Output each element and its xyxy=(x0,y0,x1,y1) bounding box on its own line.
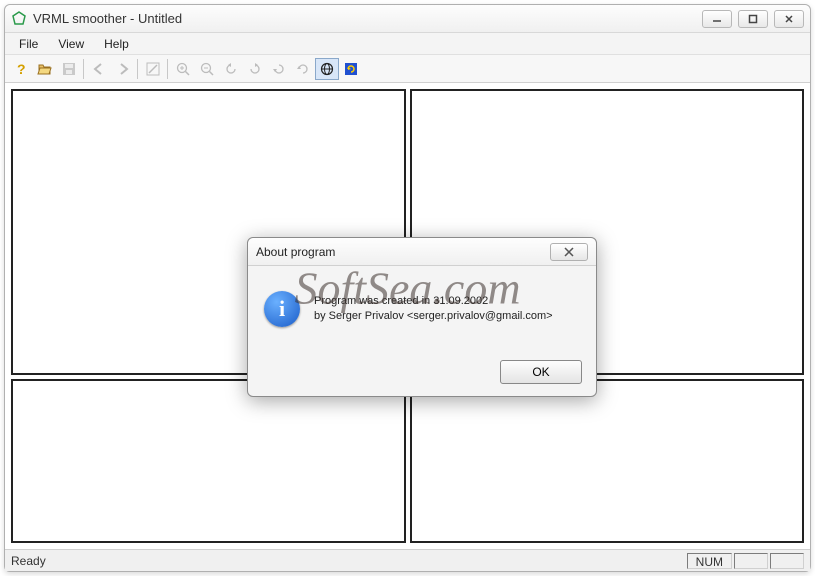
about-dialog: About program i Program was created in 3… xyxy=(247,237,597,397)
forward-icon[interactable] xyxy=(111,58,135,80)
dialog-line2: by Serger Privalov <serger.privalov@gmai… xyxy=(314,309,553,324)
save-icon[interactable] xyxy=(57,58,81,80)
status-cell-empty xyxy=(734,553,768,569)
info-icon: i xyxy=(264,291,300,327)
close-button[interactable] xyxy=(774,10,804,28)
dialog-text: Program was created in 31.09.2002 by Ser… xyxy=(314,294,553,325)
rotate-down-icon[interactable] xyxy=(267,58,291,80)
menu-file[interactable]: File xyxy=(9,35,48,53)
dialog-body: i Program was created in 31.09.2002 by S… xyxy=(248,266,596,352)
zoom-in-icon[interactable] xyxy=(171,58,195,80)
menu-view[interactable]: View xyxy=(48,35,94,53)
statusbar: Ready NUM xyxy=(5,549,810,571)
ok-button[interactable]: OK xyxy=(500,360,582,384)
toolbar-separator xyxy=(167,59,169,79)
rotate-up-icon[interactable] xyxy=(291,58,315,80)
dialog-close-button[interactable] xyxy=(550,243,588,261)
viewport-bottom-left[interactable] xyxy=(11,379,406,543)
back-icon[interactable] xyxy=(87,58,111,80)
rotate-left-icon[interactable] xyxy=(219,58,243,80)
status-cell-empty xyxy=(770,553,804,569)
toolbar-separator xyxy=(83,59,85,79)
globe-icon[interactable] xyxy=(315,58,339,80)
maximize-button[interactable] xyxy=(738,10,768,28)
status-num: NUM xyxy=(687,553,732,569)
dialog-line1: Program was created in 31.09.2002 xyxy=(314,294,553,309)
open-icon[interactable] xyxy=(33,58,57,80)
toolbar-separator xyxy=(137,59,139,79)
minimize-button[interactable] xyxy=(702,10,732,28)
status-ready: Ready xyxy=(11,554,685,568)
menu-help[interactable]: Help xyxy=(94,35,139,53)
viewport-bottom-right[interactable] xyxy=(410,379,805,543)
dialog-title: About program xyxy=(256,245,550,259)
menubar: File View Help xyxy=(5,33,810,55)
svg-text:?: ? xyxy=(17,61,26,77)
refresh-icon[interactable] xyxy=(339,58,363,80)
edit-icon[interactable] xyxy=(141,58,165,80)
window-controls xyxy=(702,10,804,28)
zoom-out-icon[interactable] xyxy=(195,58,219,80)
titlebar: VRML smoother - Untitled xyxy=(5,5,810,33)
window-title: VRML smoother - Untitled xyxy=(33,11,702,26)
app-icon xyxy=(11,11,27,27)
help-icon[interactable]: ? xyxy=(9,58,33,80)
rotate-right-icon[interactable] xyxy=(243,58,267,80)
toolbar: ? xyxy=(5,55,810,83)
dialog-titlebar: About program xyxy=(248,238,596,266)
dialog-buttons: OK xyxy=(248,352,596,396)
